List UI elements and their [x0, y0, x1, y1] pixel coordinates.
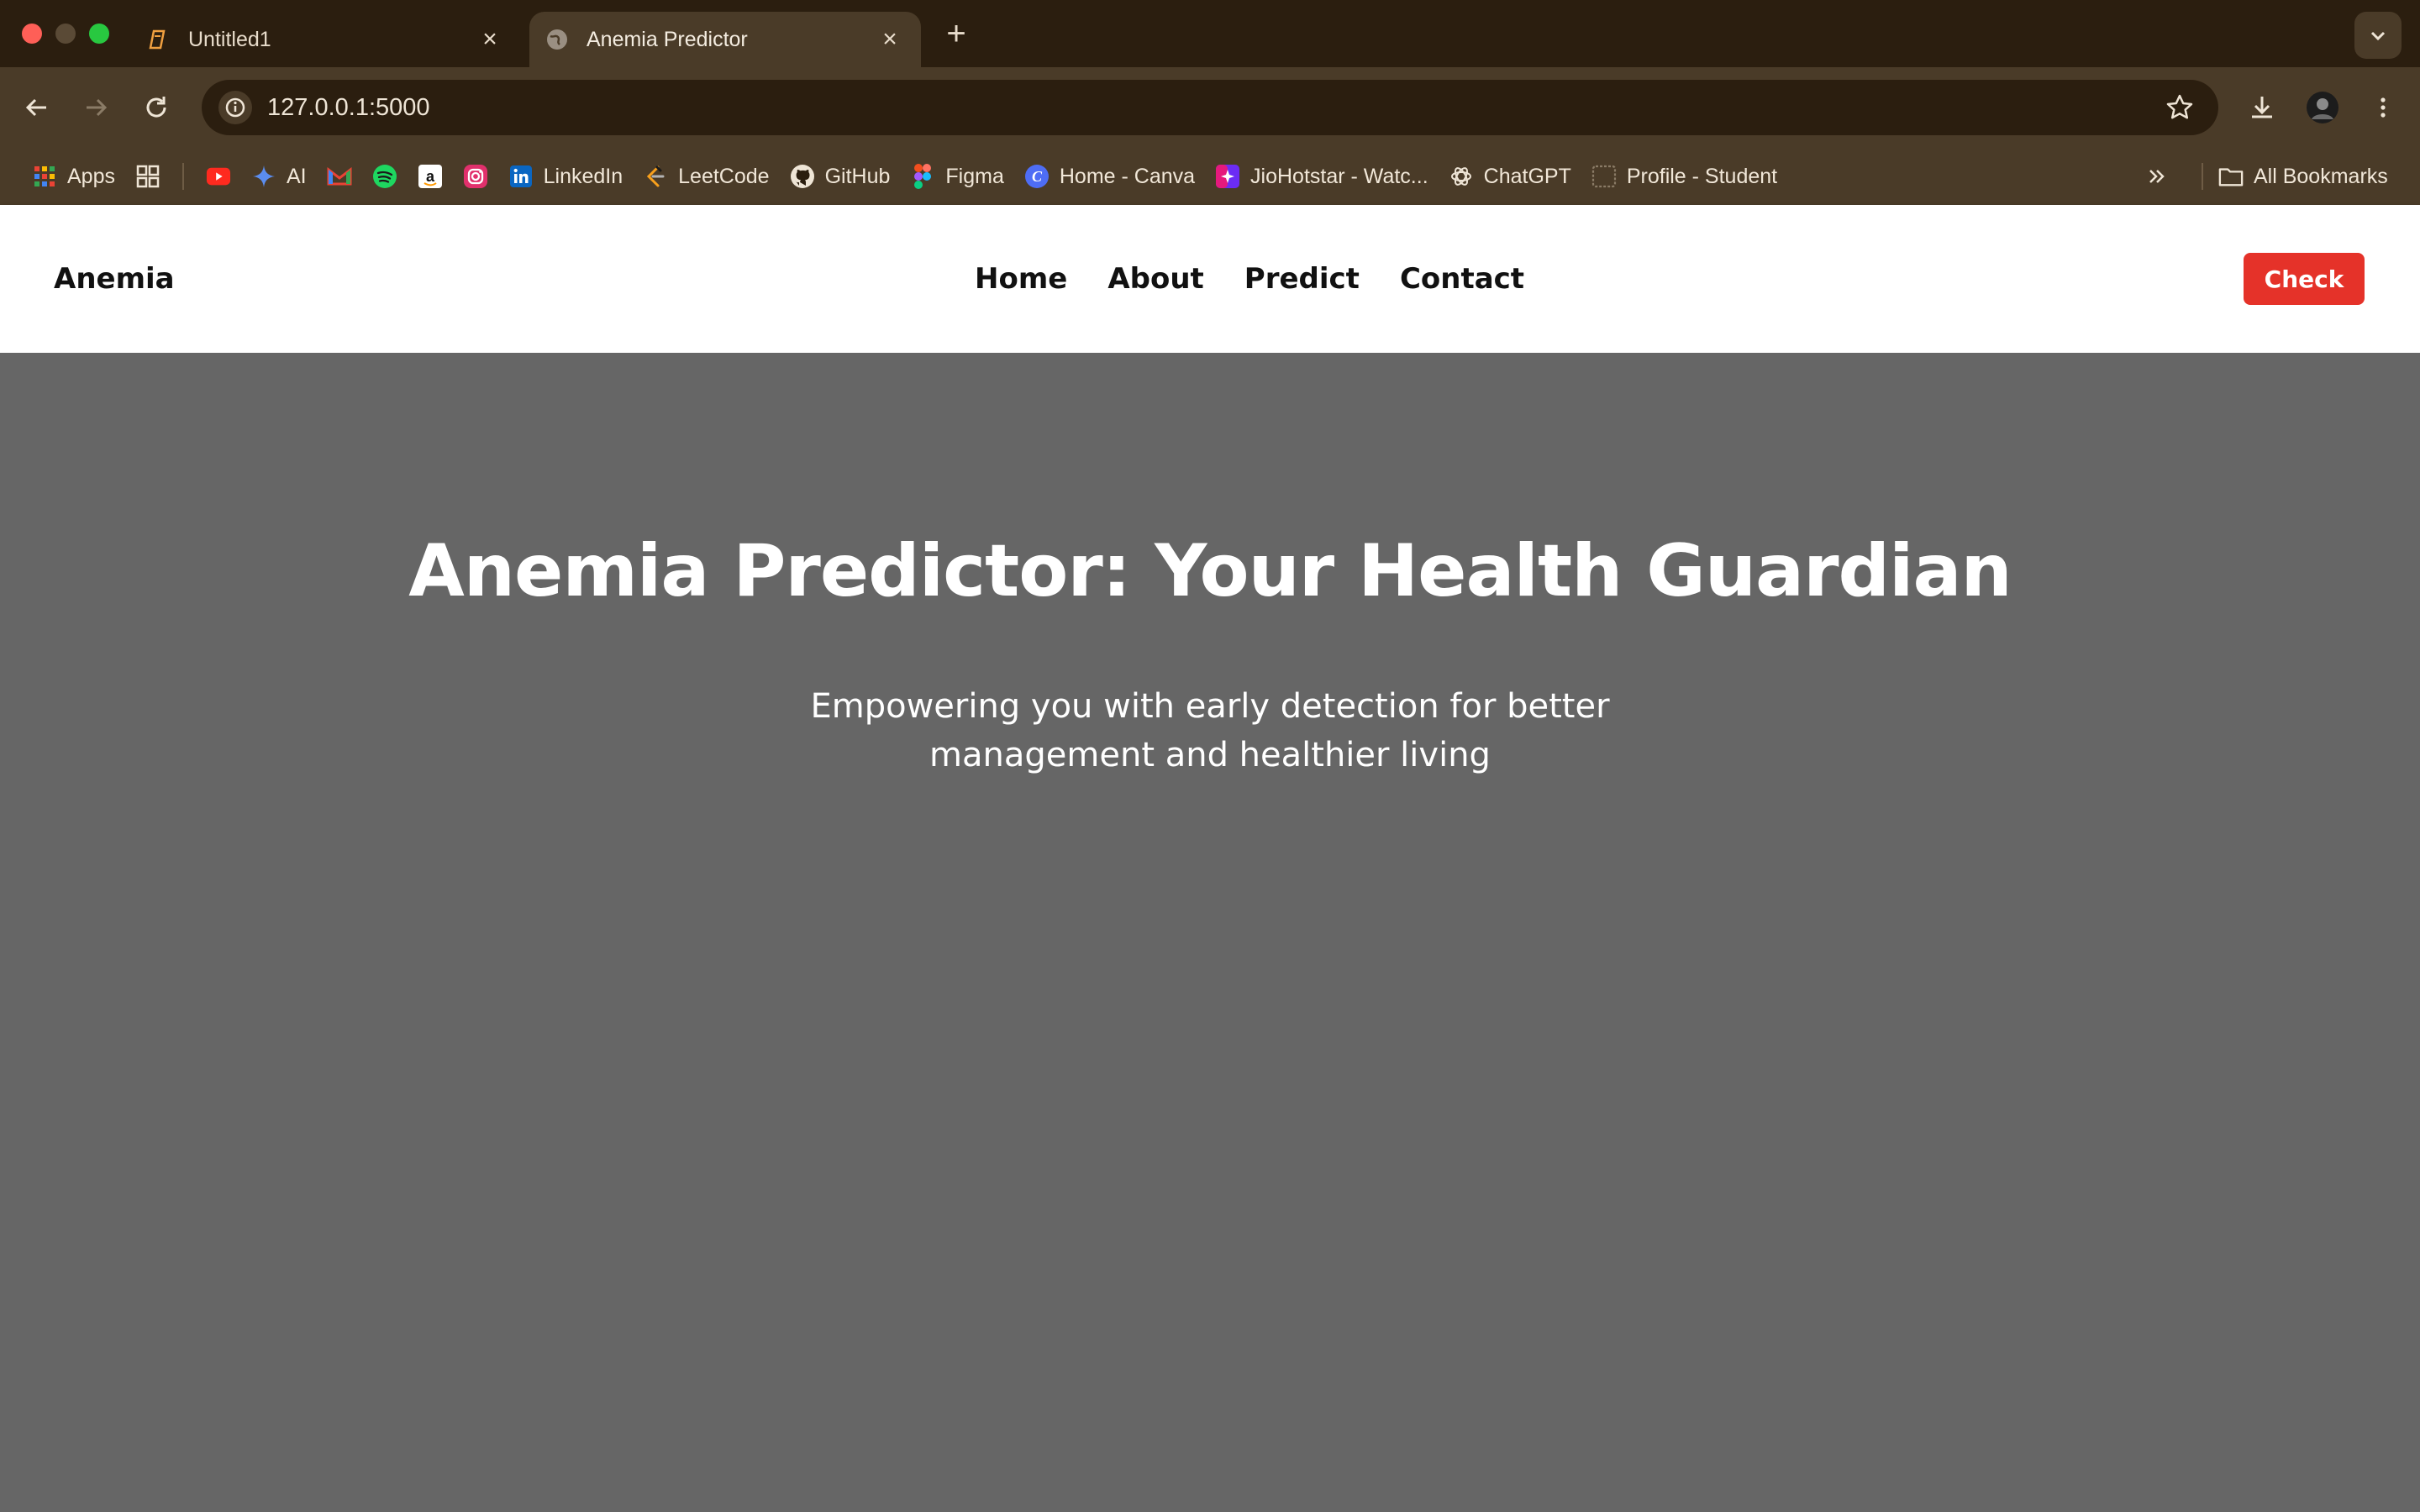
- arrow-left-icon: [25, 98, 46, 117]
- document-icon: [146, 27, 171, 52]
- tab-untitled1[interactable]: Untitled1 ×: [134, 12, 521, 67]
- bookmark-canva[interactable]: C Home - Canva: [1014, 155, 1205, 197]
- youtube-icon: [206, 164, 231, 189]
- bookmark-chatgpt[interactable]: ChatGPT: [1439, 155, 1581, 197]
- bookmark-instagram[interactable]: [453, 155, 498, 197]
- hero-section: [0, 353, 2420, 1512]
- nav-link-about[interactable]: About: [1107, 262, 1203, 296]
- svg-text:C: C: [1032, 168, 1043, 185]
- bookmark-gmail[interactable]: [317, 155, 362, 197]
- bookmark-label: LeetCode: [678, 164, 770, 188]
- close-tab-icon[interactable]: ×: [877, 27, 902, 52]
- bookmark-spotify[interactable]: [362, 155, 408, 197]
- profile-page-icon: [1591, 164, 1617, 189]
- reload-button[interactable]: [138, 89, 175, 126]
- bookmark-linkedin[interactable]: LinkedIn: [498, 155, 634, 197]
- gemini-sparkle-icon: [251, 164, 276, 189]
- arrow-right-icon: [87, 98, 108, 117]
- more-bookmarks-button[interactable]: [2134, 155, 2180, 197]
- site-brand[interactable]: Anemia: [54, 205, 175, 353]
- site-navbar: Anemia Home About Predict Contact Check: [0, 205, 2420, 353]
- bookmark-star-icon[interactable]: [2165, 92, 2195, 123]
- tab-title: Untitled1: [188, 27, 271, 51]
- bookmark-apps[interactable]: Apps: [22, 155, 125, 197]
- svg-text:a: a: [426, 168, 435, 185]
- bookmark-profile-student[interactable]: Profile - Student: [1581, 155, 1787, 197]
- figma-icon: [910, 164, 935, 189]
- tab-title: Anemia Predictor: [587, 27, 748, 51]
- maximize-window-button[interactable]: [89, 24, 109, 44]
- gmail-icon: [327, 164, 352, 189]
- bookmark-label: AI: [286, 164, 307, 188]
- bookmark-label: All Bookmarks: [2254, 164, 2388, 188]
- new-tab-button[interactable]: +: [939, 17, 973, 50]
- tab-search-button[interactable]: [2354, 12, 2402, 59]
- more-vertical-icon: [2381, 97, 2386, 118]
- address-bar[interactable]: 127.0.0.1:5000: [202, 80, 2218, 135]
- close-window-button[interactable]: [22, 24, 42, 44]
- bookmark-label: Profile - Student: [1626, 164, 1778, 188]
- github-icon: [790, 164, 815, 189]
- spotify-icon: [372, 164, 397, 189]
- url-text: 127.0.0.1:5000: [267, 93, 430, 121]
- close-tab-icon[interactable]: ×: [477, 27, 502, 52]
- site-info-icon[interactable]: [218, 91, 252, 124]
- check-button[interactable]: Check: [2244, 253, 2365, 305]
- chatgpt-icon: [1449, 164, 1474, 189]
- bookmark-label: JioHotstar - Watc...: [1250, 164, 1428, 188]
- bookmark-label: LinkedIn: [543, 164, 623, 188]
- minimize-window-button[interactable]: [55, 24, 76, 44]
- instagram-icon: [463, 164, 488, 189]
- bookmark-label: ChatGPT: [1483, 164, 1571, 188]
- back-button[interactable]: [18, 89, 55, 126]
- linkedin-icon: [508, 164, 534, 189]
- browser-tab-bar: Untitled1 × Anemia Predictor × +: [0, 0, 2420, 67]
- bookmark-amazon[interactable]: a: [408, 155, 453, 197]
- bookmark-separator: [2202, 163, 2203, 190]
- bookmark-tab-groups[interactable]: [125, 155, 171, 197]
- bookmark-label: GitHub: [824, 164, 891, 188]
- profile-button[interactable]: [2304, 89, 2341, 126]
- all-bookmarks-button[interactable]: All Bookmarks: [2208, 155, 2398, 197]
- bookmark-ai[interactable]: AI: [241, 155, 317, 197]
- site-nav-links: Home About Predict Contact: [975, 205, 1524, 353]
- folder-icon: [2218, 164, 2244, 189]
- hero-subtitle: Empowering you with early detection for …: [810, 687, 1610, 774]
- chevron-down-icon: [2370, 31, 2386, 41]
- hero-title: Anemia Predictor: Your Health Guardian: [408, 529, 2012, 613]
- forward-button[interactable]: [77, 89, 114, 126]
- leetcode-icon: [643, 164, 668, 189]
- double-chevron-right-icon: [2144, 164, 2170, 189]
- hotstar-icon: [1215, 164, 1240, 189]
- bookmark-leetcode[interactable]: LeetCode: [633, 155, 779, 197]
- bookmarks-bar: Apps AI a LinkedIn LeetCode GitHub Figma…: [0, 148, 2420, 205]
- bookmark-jiohotstar[interactable]: JioHotstar - Watc...: [1205, 155, 1439, 197]
- amazon-icon: a: [418, 164, 443, 189]
- avatar: [2307, 92, 2338, 123]
- nav-link-home[interactable]: Home: [975, 262, 1067, 296]
- downloads-button[interactable]: [2244, 89, 2281, 126]
- bookmark-separator: [182, 163, 184, 190]
- browser-toolbar: 127.0.0.1:5000: [0, 67, 2420, 148]
- download-icon: [2252, 97, 2272, 118]
- bookmark-figma[interactable]: Figma: [900, 155, 1013, 197]
- bookmark-label: Figma: [945, 164, 1004, 188]
- reload-icon: [146, 97, 166, 118]
- tab-anemia-predictor[interactable]: Anemia Predictor ×: [529, 12, 921, 67]
- globe-icon: [544, 27, 570, 52]
- bookmark-youtube[interactable]: [196, 155, 241, 197]
- bookmark-label: Apps: [67, 164, 115, 188]
- browser-menu-button[interactable]: [2365, 89, 2402, 126]
- canva-icon: C: [1024, 164, 1050, 189]
- nav-link-predict[interactable]: Predict: [1244, 262, 1360, 296]
- tab-groups-icon: [135, 164, 160, 189]
- bookmark-label: Home - Canva: [1059, 164, 1196, 188]
- apps-grid-icon: [32, 164, 57, 189]
- bookmark-github[interactable]: GitHub: [780, 155, 901, 197]
- nav-link-contact[interactable]: Contact: [1400, 262, 1524, 296]
